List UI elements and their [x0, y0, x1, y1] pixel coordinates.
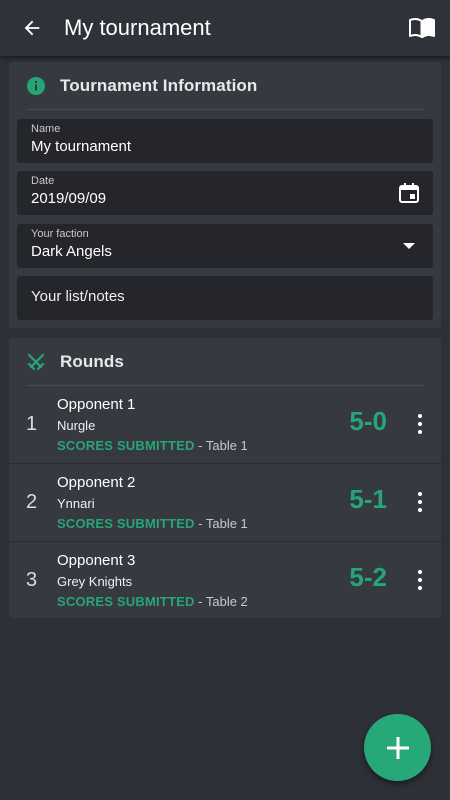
- dropdown-arrow-icon: [403, 243, 415, 249]
- name-value: My tournament: [31, 138, 132, 155]
- round-status: SCORES SUBMITTED - Table 2: [57, 594, 248, 609]
- faction-dropdown-toggle[interactable]: [397, 234, 421, 258]
- notes-placeholder: Your list/notes: [31, 288, 125, 305]
- round-row[interactable]: 1 Opponent 1 Nurgle SCORES SUBMITTED - T…: [9, 386, 441, 464]
- opponent-name: Opponent 2: [57, 474, 136, 491]
- round-score: 5-0: [349, 406, 387, 436]
- status-text: SCORES SUBMITTED: [57, 594, 195, 609]
- tournament-info-header: Tournament Information: [26, 62, 424, 110]
- faction-label: Your faction: [31, 228, 89, 240]
- round-row[interactable]: 3 Opponent 3 Grey Knights SCORES SUBMITT…: [9, 542, 441, 620]
- round-menu-button[interactable]: [415, 490, 425, 514]
- round-status: SCORES SUBMITTED - Table 1: [57, 516, 248, 531]
- app-bar: My tournament: [0, 0, 450, 56]
- opponent-faction: Nurgle: [57, 418, 96, 433]
- tournament-info-card: Tournament Information Name My tournamen…: [9, 62, 441, 328]
- round-status: SCORES SUBMITTED - Table 1: [57, 438, 248, 453]
- back-button[interactable]: [0, 0, 64, 56]
- round-number: 1: [26, 413, 38, 435]
- round-score: 5-2: [349, 562, 387, 592]
- table-text: - Table 1: [194, 516, 248, 531]
- calendar-button[interactable]: [397, 181, 421, 205]
- date-field[interactable]: Date 2019/09/09: [17, 171, 433, 215]
- round-menu-button[interactable]: [415, 568, 425, 592]
- opponent-faction: Grey Knights: [57, 574, 133, 589]
- notes-field[interactable]: Your list/notes: [17, 276, 433, 320]
- tournament-info-title: Tournament Information: [60, 75, 258, 95]
- round-menu-button[interactable]: [415, 412, 425, 436]
- arrow-left-icon: [24, 20, 40, 36]
- round-number: 2: [26, 491, 38, 513]
- add-round-button[interactable]: [364, 714, 431, 781]
- rules-book-button[interactable]: [394, 0, 450, 56]
- crossed-swords-icon: [27, 353, 45, 370]
- opponent-faction: Ynnari: [57, 496, 95, 511]
- more-vert-icon: [418, 492, 422, 496]
- info-circle-icon: [27, 76, 45, 95]
- opponent-name: Opponent 3: [57, 552, 136, 569]
- page-title: My tournament: [64, 15, 211, 40]
- more-vert-icon: [418, 414, 422, 418]
- plus-icon: [386, 736, 409, 759]
- table-text: - Table 1: [194, 438, 248, 453]
- calendar-icon: [399, 183, 419, 203]
- rounds-header: Rounds: [26, 338, 424, 386]
- date-value: 2019/09/09: [31, 190, 107, 207]
- book-open-icon: [409, 17, 435, 38]
- status-text: SCORES SUBMITTED: [57, 438, 195, 453]
- round-score: 5-1: [349, 484, 387, 514]
- name-label: Name: [31, 123, 61, 135]
- table-text: - Table 2: [194, 594, 248, 609]
- status-text: SCORES SUBMITTED: [57, 516, 195, 531]
- more-vert-icon: [418, 570, 422, 574]
- round-row[interactable]: 2 Opponent 2 Ynnari SCORES SUBMITTED - T…: [9, 464, 441, 542]
- date-label: Date: [31, 175, 55, 187]
- faction-select[interactable]: Your faction Dark Angels: [17, 224, 433, 268]
- rounds-card: Rounds 1 Opponent 1 Nurgle SCORES SUBMIT…: [9, 338, 441, 618]
- rounds-title: Rounds: [60, 351, 124, 371]
- name-field[interactable]: Name My tournament: [17, 119, 433, 163]
- round-number: 3: [26, 569, 38, 591]
- opponent-name: Opponent 1: [57, 396, 136, 413]
- faction-value: Dark Angels: [31, 243, 112, 260]
